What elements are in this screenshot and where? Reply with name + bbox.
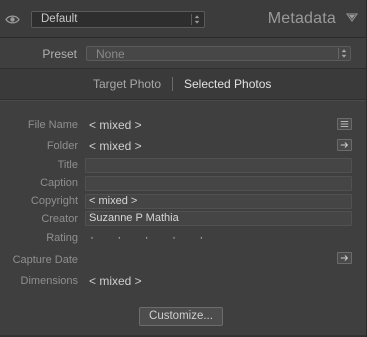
preset-select[interactable]: None xyxy=(86,46,351,61)
target-photo-toggle[interactable]: Target Photo xyxy=(93,77,161,91)
rating-stars[interactable]: · · · · · xyxy=(90,230,213,244)
target-toggle-bar: Target Photo Selected Photos xyxy=(0,69,366,99)
title-field[interactable] xyxy=(85,158,352,173)
folder-label: Folder xyxy=(46,140,78,152)
metadata-panel: Default Metadata Preset None Target Phot… xyxy=(0,0,366,337)
creator-label: Creator xyxy=(41,213,78,225)
metadata-set-dropdown[interactable]: Default xyxy=(31,11,205,28)
caption-label: Caption xyxy=(40,177,78,189)
panel-body: Preset None Target Photo Selected Photos… xyxy=(0,38,366,337)
customize-button[interactable]: Customize... xyxy=(139,307,223,326)
capture-date-label: Capture Date xyxy=(12,254,78,266)
list-icon[interactable] xyxy=(337,118,352,130)
copyright-field[interactable]: < mixed > xyxy=(85,194,352,209)
title-label: Title xyxy=(57,159,78,171)
preset-select-value: None xyxy=(96,47,125,61)
caption-field[interactable] xyxy=(85,176,352,191)
copyright-label: Copyright xyxy=(30,195,78,207)
creator-field[interactable]: Suzanne P Mathia xyxy=(85,211,352,226)
copyright-value: < mixed > xyxy=(89,195,138,207)
preset-label: Preset xyxy=(42,47,77,61)
dimensions-label: Dimensions xyxy=(20,275,78,287)
divider xyxy=(0,100,366,101)
eye-icon[interactable] xyxy=(5,13,20,26)
file-name-label: File Name xyxy=(27,119,78,131)
updown-arrows-icon xyxy=(338,48,347,59)
arrow-right-icon[interactable] xyxy=(337,252,352,264)
updown-arrows-icon xyxy=(191,14,200,25)
panel-title: Metadata xyxy=(267,10,336,27)
triangle-down-icon[interactable] xyxy=(346,12,358,24)
creator-value: Suzanne P Mathia xyxy=(89,212,179,224)
selected-photos-toggle[interactable]: Selected Photos xyxy=(184,77,271,91)
panel-header: Default Metadata xyxy=(0,0,366,38)
metadata-set-value: Default xyxy=(41,13,78,25)
arrow-right-icon[interactable] xyxy=(337,139,352,151)
file-name-value: < mixed > xyxy=(89,118,142,132)
dimensions-value: < mixed > xyxy=(89,274,142,288)
toggle-divider xyxy=(172,77,173,91)
rating-label: Rating xyxy=(46,232,78,244)
folder-value: < mixed > xyxy=(89,139,142,153)
